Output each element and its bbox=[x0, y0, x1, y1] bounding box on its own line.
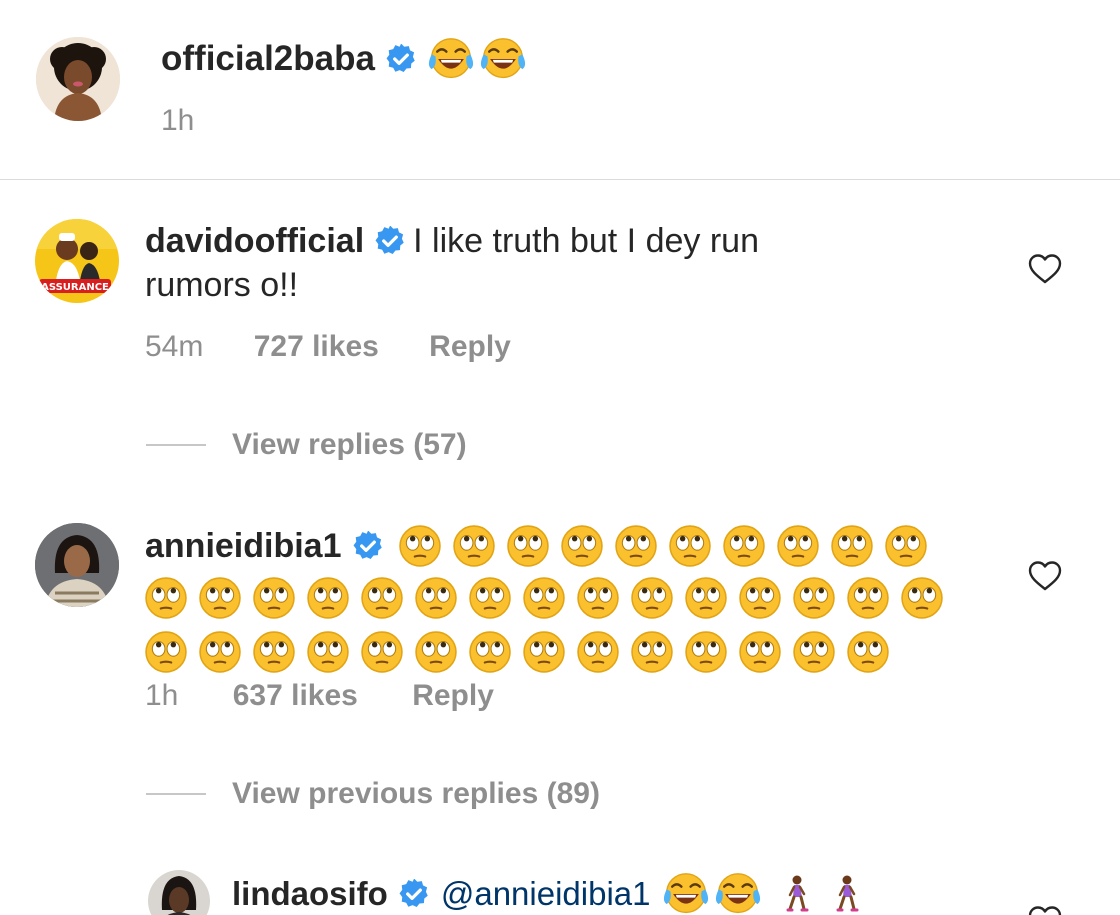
caption-username[interactable]: official2baba bbox=[161, 39, 375, 79]
comment-annieidibia1: annieidibia1 bbox=[145, 521, 965, 679]
verified-icon bbox=[385, 44, 416, 74]
avatar-official2baba[interactable] bbox=[36, 37, 120, 121]
face-with-rolling-eyes-icon bbox=[739, 577, 781, 619]
face-with-rolling-eyes-icon bbox=[253, 631, 295, 673]
face-with-tears-of-joy-icon bbox=[662, 872, 709, 914]
face-with-rolling-eyes-icon bbox=[199, 577, 241, 619]
face-with-rolling-eyes-icon bbox=[884, 525, 927, 567]
comment-likes[interactable]: 727 likes bbox=[254, 330, 379, 364]
caption-meta: 1h bbox=[161, 104, 194, 138]
emoji-row bbox=[145, 625, 965, 679]
like-heart-icon[interactable] bbox=[1028, 560, 1062, 592]
comment-text-line2: rumors o!! bbox=[145, 266, 299, 304]
face-with-rolling-eyes-icon bbox=[668, 525, 711, 567]
face-with-rolling-eyes-icon bbox=[253, 577, 295, 619]
face-with-rolling-eyes-icon bbox=[415, 631, 457, 673]
view-previous-replies-button[interactable]: View previous replies (89) bbox=[146, 776, 600, 812]
face-with-rolling-eyes-icon bbox=[145, 577, 187, 619]
emoji-row bbox=[145, 571, 965, 625]
face-with-rolling-eyes-icon bbox=[685, 631, 727, 673]
face-with-rolling-eyes-icon bbox=[145, 631, 187, 673]
face-with-tears-of-joy-icon bbox=[479, 37, 526, 79]
face-with-rolling-eyes-icon bbox=[577, 577, 619, 619]
comment-time: 1h bbox=[145, 679, 179, 712]
face-with-tears-of-joy-icon bbox=[427, 37, 474, 79]
caption-time: 1h bbox=[161, 104, 195, 137]
view-replies-line bbox=[146, 793, 206, 795]
comment-username[interactable]: davidoofficial bbox=[145, 219, 364, 263]
face-with-rolling-eyes-icon bbox=[307, 631, 349, 673]
comment-username[interactable]: annieidibia1 bbox=[145, 527, 342, 566]
emoji-row: annieidibia1 bbox=[145, 521, 965, 571]
face-with-rolling-eyes-icon bbox=[469, 631, 511, 673]
svg-text:ASSURANCE: ASSURANCE bbox=[41, 282, 109, 293]
avatar-lindaosifo[interactable] bbox=[148, 870, 210, 915]
face-with-rolling-eyes-icon bbox=[793, 631, 835, 673]
face-with-rolling-eyes-icon bbox=[361, 631, 403, 673]
face-with-rolling-eyes-icon bbox=[685, 577, 727, 619]
face-with-rolling-eyes-icon bbox=[415, 577, 457, 619]
face-with-rolling-eyes-icon bbox=[523, 577, 565, 619]
avatar-annieidibia1[interactable] bbox=[35, 523, 119, 607]
face-with-rolling-eyes-icon bbox=[560, 525, 603, 567]
face-with-rolling-eyes-icon bbox=[614, 525, 657, 567]
view-replies-label: View replies (57) bbox=[232, 428, 467, 461]
caption-line: official2baba bbox=[161, 36, 526, 82]
face-with-rolling-eyes-icon bbox=[631, 577, 673, 619]
face-with-rolling-eyes-icon bbox=[452, 525, 495, 567]
reply-button[interactable]: Reply bbox=[429, 330, 511, 364]
face-with-rolling-eyes-icon bbox=[739, 631, 781, 673]
comment-lindaosifo: lindaosifo @annieidibia1 bbox=[232, 871, 859, 915]
verified-icon bbox=[352, 531, 383, 561]
like-heart-icon[interactable] bbox=[1028, 253, 1062, 285]
face-with-rolling-eyes-icon bbox=[901, 577, 943, 619]
view-replies-label: View previous replies (89) bbox=[232, 777, 600, 810]
comment-meta: 54m 727 likes Reply bbox=[145, 330, 511, 364]
view-replies-line bbox=[146, 444, 206, 446]
face-with-tears-of-joy-icon bbox=[714, 872, 761, 914]
comment-likes[interactable]: 637 likes bbox=[233, 679, 358, 713]
face-with-rolling-eyes-icon bbox=[361, 577, 403, 619]
verified-icon bbox=[375, 226, 406, 256]
verified-icon bbox=[398, 879, 429, 909]
face-with-rolling-eyes-icon bbox=[793, 577, 835, 619]
face-with-rolling-eyes-icon bbox=[631, 631, 673, 673]
comment-meta: 1h 637 likes Reply bbox=[145, 679, 494, 713]
comment-username[interactable]: lindaosifo bbox=[232, 875, 388, 913]
face-with-rolling-eyes-icon bbox=[398, 525, 441, 567]
face-with-rolling-eyes-icon bbox=[847, 577, 889, 619]
like-heart-icon[interactable] bbox=[1028, 905, 1062, 915]
face-with-rolling-eyes-icon bbox=[776, 525, 819, 567]
view-replies-button[interactable]: View replies (57) bbox=[146, 427, 467, 463]
face-with-rolling-eyes-icon bbox=[469, 577, 511, 619]
comment-text-line1: I like truth but I dey run bbox=[413, 222, 759, 260]
face-with-rolling-eyes-icon bbox=[577, 631, 619, 673]
face-with-rolling-eyes-icon bbox=[307, 577, 349, 619]
mention-link[interactable]: @annieidibia1 bbox=[441, 875, 651, 913]
caption-divider bbox=[0, 179, 1120, 180]
comment-time: 54m bbox=[145, 330, 204, 363]
face-with-rolling-eyes-icon bbox=[830, 525, 873, 567]
face-with-rolling-eyes-icon bbox=[199, 631, 241, 673]
person-walking-icon bbox=[786, 875, 808, 912]
face-with-rolling-eyes-icon bbox=[506, 525, 549, 567]
face-with-rolling-eyes-icon bbox=[523, 631, 565, 673]
face-with-rolling-eyes-icon bbox=[722, 525, 765, 567]
avatar-davidoofficial[interactable]: ASSURANCE bbox=[35, 219, 119, 303]
face-with-rolling-eyes-icon bbox=[847, 631, 889, 673]
comment-davidoofficial: davidoofficial I like truth but I dey ru… bbox=[145, 219, 965, 307]
reply-button[interactable]: Reply bbox=[412, 679, 494, 713]
person-walking-icon bbox=[836, 875, 858, 912]
